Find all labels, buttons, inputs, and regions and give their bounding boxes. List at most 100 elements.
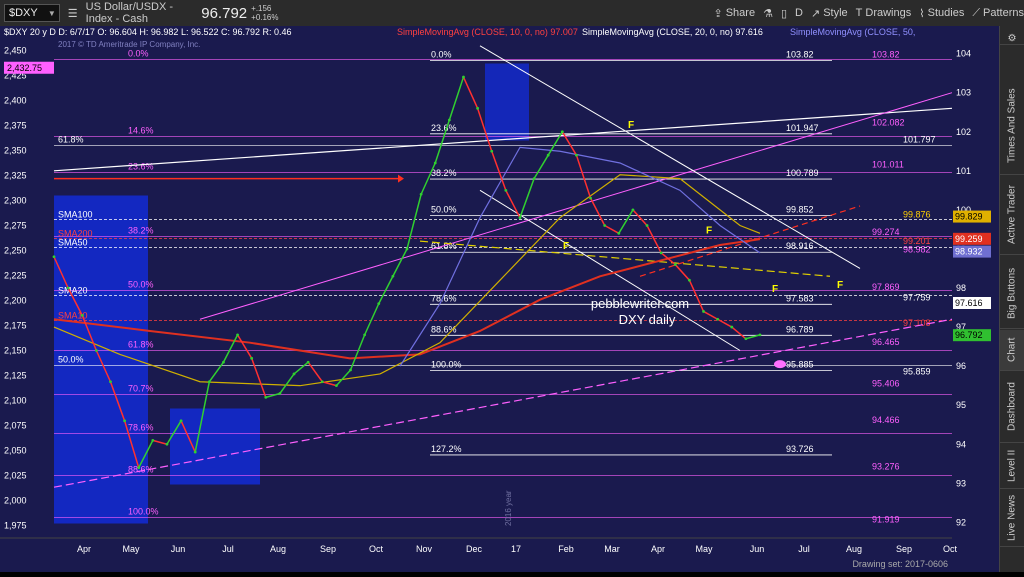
right-axis-tick: 104 <box>956 49 971 59</box>
price-point <box>137 466 141 470</box>
mobile-icon[interactable]: ▯ <box>781 7 787 20</box>
price-point <box>688 278 691 282</box>
price-segment <box>660 252 676 266</box>
price-segment <box>632 209 648 227</box>
settings-icon[interactable]: ☰ <box>68 7 78 20</box>
interval-button[interactable]: D <box>795 7 803 19</box>
price-point <box>645 224 649 227</box>
sidebar-tab-active-trader[interactable]: Active Trader <box>1000 176 1024 255</box>
patterns-button[interactable]: ⟋ Patterns <box>972 7 1024 20</box>
sidebar-tab-chart[interactable]: Chart <box>1000 330 1024 371</box>
price-point <box>165 442 169 446</box>
price-point <box>278 392 282 395</box>
fib-value-label: 97.583 <box>786 293 814 303</box>
fib-pct-label: 23.6% <box>431 123 457 133</box>
style-button[interactable]: ↗ Style <box>811 7 848 20</box>
price-segment <box>392 248 408 277</box>
price-badge-label: 99.259 <box>955 234 983 244</box>
trendline <box>479 45 861 269</box>
chart-area[interactable]: 0.0% 103.82 23.6% 101.947 38.2% 100.789 50.0% 9… <box>0 26 1000 572</box>
sidebar-tab-dashboard[interactable]: Dashboard <box>1000 372 1024 443</box>
price-point <box>447 118 451 122</box>
fib-pct-label: 70.7% <box>128 384 154 394</box>
price-segment <box>589 197 606 226</box>
symbol-selector[interactable]: $DXY ▼ <box>4 4 60 22</box>
share-label: Share <box>725 7 756 19</box>
price-segment <box>293 361 309 375</box>
fib-pct-label: 50.0% <box>431 205 457 215</box>
left-axis-tick: 2,300 <box>4 196 27 206</box>
right-axis-tick: 101 <box>956 166 971 176</box>
price-point <box>292 372 296 376</box>
price-segment <box>152 439 168 445</box>
chart-svg[interactable]: 0.0% 103.82 23.6% 101.947 38.2% 100.789 50.0% 9… <box>0 26 1000 572</box>
fib-value-label: 95.885 <box>786 360 814 370</box>
right-axis-tick: 102 <box>956 127 971 137</box>
right-sidebar: ⚙ Times And Sales Active Trader Big Butt… <box>999 26 1024 572</box>
price-segment <box>378 275 394 304</box>
sidebar-tab-times-and-sales[interactable]: Times And Sales <box>1000 78 1024 175</box>
fib-value-label: 101.797 <box>903 135 936 145</box>
price-point <box>179 419 183 423</box>
price-point <box>617 231 621 235</box>
fib-pct-label: 38.2% <box>431 168 457 178</box>
flask-icon[interactable]: ⚗ <box>763 7 773 20</box>
copyright: 2017 © TD Ameritrade IP Company, Inc. <box>58 40 200 49</box>
price-point <box>377 302 381 306</box>
fib-marker: F <box>837 280 843 291</box>
sidebar-tab-live-news[interactable]: Live News <box>1000 490 1024 547</box>
price-segment <box>349 334 366 371</box>
fib-pct-label: 38.2% <box>128 226 154 236</box>
left-axis-tick: 1,975 <box>4 521 27 531</box>
x-axis-tick: Jun <box>750 544 765 554</box>
price-point <box>391 274 395 278</box>
studies-button[interactable]: ⌇ Studies <box>919 7 964 20</box>
price-point <box>702 310 705 313</box>
price-badge-label: 97.616 <box>955 298 983 308</box>
x-axis-tick: Oct <box>369 544 384 554</box>
price-point <box>560 130 564 134</box>
style-label: Style <box>823 7 848 19</box>
price-point <box>518 216 522 220</box>
price-segment <box>519 178 535 218</box>
chart-header: $DXY 20 y D D: 6/7/17 O: 96.604 H: 96.98… <box>4 27 292 37</box>
left-last-label: 2,432.75 <box>7 63 42 73</box>
price-point <box>80 313 84 317</box>
drawing-set-label: Drawing set: 2017-0606 <box>852 559 948 569</box>
fib-value-label: 102.082 <box>872 118 905 128</box>
ma-label: SMA50 <box>58 238 88 248</box>
sma100-line <box>53 174 761 387</box>
price-point <box>123 419 126 423</box>
price-change: +.156 +0.16% <box>251 4 278 22</box>
price-point <box>207 380 211 384</box>
trendline <box>419 240 831 277</box>
sma50-label: SimpleMovingAvg (CLOSE, 50, <box>790 27 915 37</box>
fib-value-label: 101.947 <box>786 123 819 133</box>
x-axis-tick: Dec <box>466 544 483 554</box>
left-axis-tick: 2,050 <box>4 446 27 456</box>
left-axis-tick: 2,025 <box>4 471 27 481</box>
left-axis-tick: 2,375 <box>4 121 27 131</box>
watermark-title: DXY daily <box>619 312 676 327</box>
price-point <box>673 263 677 266</box>
price-badge-label: 98.932 <box>955 247 983 257</box>
sidebar-tab-level-ii[interactable]: Level II <box>1000 444 1024 489</box>
symbol-description: US Dollar/USDX - Index - Cash <box>85 1 174 25</box>
price-point <box>419 192 423 196</box>
sidebar-tab-big-buttons[interactable]: Big Buttons <box>1000 258 1024 329</box>
left-axis-tick: 2,400 <box>4 96 27 106</box>
price-point <box>603 224 607 227</box>
share-button[interactable]: ⇪ Share <box>714 7 756 20</box>
fib-pct-label: 100.0% <box>431 360 462 370</box>
change-value: +.156 <box>251 4 272 13</box>
fib-value-label: 96.789 <box>786 324 814 334</box>
drawings-button[interactable]: T Drawings <box>856 7 912 19</box>
x-axis-tick: Mar <box>604 544 620 554</box>
fib-pct-label: 14.6% <box>128 126 154 136</box>
gear-icon[interactable]: ⚙ <box>1000 30 1024 45</box>
fib-pct-label: 78.6% <box>128 423 154 433</box>
price-point <box>264 395 268 399</box>
share-icon: ⇪ <box>713 7 723 20</box>
price-segment <box>335 369 352 387</box>
left-axis-tick: 2,150 <box>4 346 27 356</box>
